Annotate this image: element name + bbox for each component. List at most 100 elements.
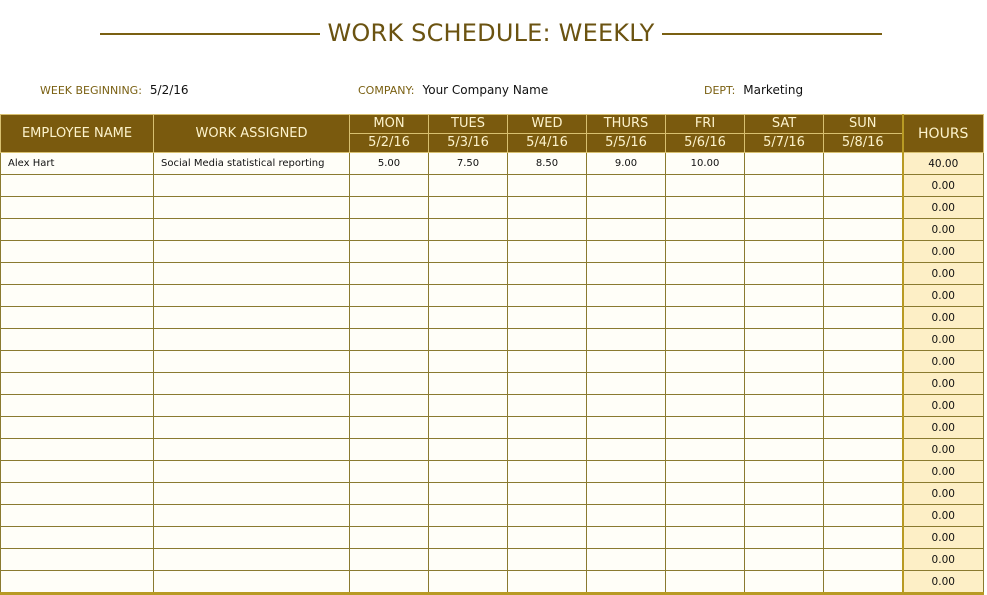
day-hours-cell[interactable] [744,196,824,219]
day-hours-cell[interactable] [823,218,903,241]
dept-value[interactable]: Marketing [743,83,803,97]
day-hours-cell[interactable] [665,416,745,439]
work-assigned-cell[interactable] [153,372,350,395]
work-assigned-cell[interactable] [153,504,350,527]
day-hours-cell[interactable] [428,328,508,351]
day-hours-cell[interactable] [349,460,429,483]
day-hours-cell[interactable] [507,548,587,571]
employee-name-cell[interactable] [0,570,154,594]
day-hours-cell[interactable] [507,526,587,549]
employee-name-cell[interactable] [0,460,154,483]
day-hours-cell[interactable] [428,460,508,483]
employee-name-cell[interactable] [0,548,154,571]
employee-name-cell[interactable] [0,350,154,373]
day-hours-cell[interactable] [507,394,587,417]
day-hours-cell[interactable] [428,526,508,549]
day-hours-cell[interactable] [665,548,745,571]
day-hours-cell[interactable]: 5.00 [349,152,429,175]
day-hours-cell[interactable] [744,460,824,483]
day-hours-cell[interactable] [428,504,508,527]
day-hours-cell[interactable] [586,350,666,373]
day-hours-cell[interactable] [428,570,508,594]
work-assigned-cell[interactable] [153,394,350,417]
day-hours-cell[interactable] [428,218,508,241]
day-hours-cell[interactable] [665,284,745,307]
day-hours-cell[interactable] [744,570,824,594]
employee-name-cell[interactable] [0,306,154,329]
day-hours-cell[interactable] [665,372,745,395]
day-hours-cell[interactable] [665,504,745,527]
day-hours-cell[interactable] [823,240,903,263]
day-hours-cell[interactable] [349,196,429,219]
day-hours-cell[interactable] [349,570,429,594]
employee-name-cell[interactable] [0,240,154,263]
day-hours-cell[interactable] [507,218,587,241]
day-hours-cell[interactable] [507,482,587,505]
day-hours-cell[interactable] [507,350,587,373]
day-hours-cell[interactable] [744,350,824,373]
day-hours-cell[interactable] [823,570,903,594]
day-hours-cell[interactable] [823,196,903,219]
day-hours-cell[interactable] [744,174,824,197]
day-hours-cell[interactable] [586,196,666,219]
day-hours-cell[interactable] [823,152,903,175]
day-hours-cell[interactable] [428,372,508,395]
day-hours-cell[interactable] [507,174,587,197]
day-hours-cell[interactable] [665,306,745,329]
day-hours-cell[interactable] [744,416,824,439]
day-hours-cell[interactable] [428,482,508,505]
day-hours-cell[interactable] [665,394,745,417]
day-hours-cell[interactable] [507,460,587,483]
day-hours-cell[interactable]: 10.00 [665,152,745,175]
work-assigned-cell[interactable] [153,306,350,329]
day-hours-cell[interactable] [349,328,429,351]
employee-name-cell[interactable] [0,284,154,307]
day-hours-cell[interactable] [586,174,666,197]
day-hours-cell[interactable] [507,284,587,307]
employee-name-cell[interactable] [0,526,154,549]
day-hours-cell[interactable] [586,306,666,329]
day-hours-cell[interactable] [586,438,666,461]
day-hours-cell[interactable] [744,284,824,307]
day-hours-cell[interactable] [428,548,508,571]
day-hours-cell[interactable] [428,394,508,417]
work-assigned-cell[interactable] [153,240,350,263]
company-value[interactable]: Your Company Name [422,83,548,97]
day-hours-cell[interactable] [507,570,587,594]
day-hours-cell[interactable] [586,570,666,594]
work-assigned-cell[interactable] [153,350,350,373]
day-hours-cell[interactable] [665,460,745,483]
day-hours-cell[interactable] [507,306,587,329]
day-hours-cell[interactable] [823,460,903,483]
day-hours-cell[interactable] [823,394,903,417]
day-hours-cell[interactable] [428,196,508,219]
day-hours-cell[interactable] [349,240,429,263]
day-hours-cell[interactable] [665,438,745,461]
day-hours-cell[interactable] [665,196,745,219]
day-hours-cell[interactable] [428,416,508,439]
day-hours-cell[interactable] [349,372,429,395]
employee-name-cell[interactable] [0,174,154,197]
day-hours-cell[interactable] [349,394,429,417]
employee-name-cell[interactable] [0,262,154,285]
day-hours-cell[interactable] [586,460,666,483]
day-hours-cell[interactable] [823,284,903,307]
day-hours-cell[interactable] [744,394,824,417]
day-hours-cell[interactable] [349,526,429,549]
day-hours-cell[interactable] [823,504,903,527]
day-hours-cell[interactable] [507,262,587,285]
employee-name-cell[interactable] [0,504,154,527]
employee-name-cell[interactable] [0,394,154,417]
day-hours-cell[interactable] [586,526,666,549]
day-hours-cell[interactable] [349,306,429,329]
day-hours-cell[interactable]: 9.00 [586,152,666,175]
day-hours-cell[interactable] [349,416,429,439]
day-hours-cell[interactable] [823,262,903,285]
work-assigned-cell[interactable] [153,328,350,351]
day-hours-cell[interactable] [507,416,587,439]
day-hours-cell[interactable] [507,372,587,395]
day-hours-cell[interactable] [349,482,429,505]
day-hours-cell[interactable] [349,262,429,285]
day-hours-cell[interactable] [744,328,824,351]
day-hours-cell[interactable] [823,328,903,351]
